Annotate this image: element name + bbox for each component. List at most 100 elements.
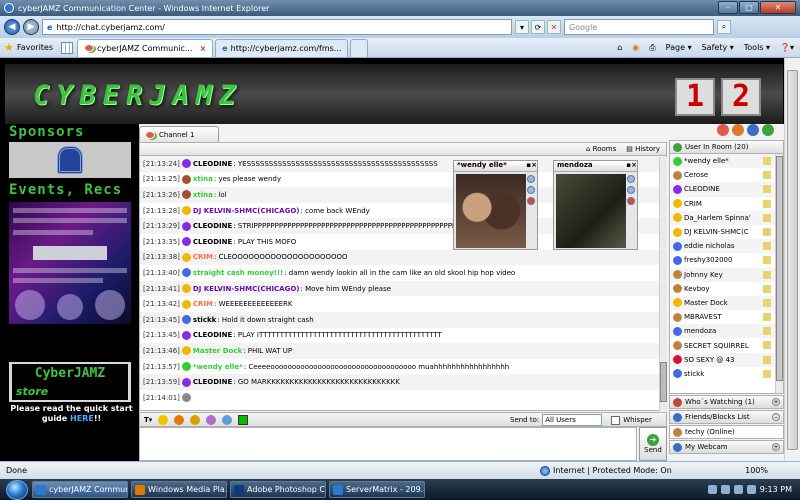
taskbar-item[interactable]: ServerMatrix - 209.8... <box>329 481 425 498</box>
network-icon[interactable] <box>720 485 730 494</box>
audio-icon[interactable] <box>174 414 185 425</box>
message-user[interactable]: DJ KELVIN-SHMC(CHICAGO) <box>193 285 300 293</box>
cam-status-icon[interactable] <box>763 199 771 208</box>
maximize-button[interactable]: □ <box>739 1 759 14</box>
cam-status-icon[interactable] <box>763 157 771 165</box>
user-list-item[interactable]: DJ KELVIN-SHMC(C <box>670 225 783 239</box>
expand-icon[interactable]: + <box>772 443 780 451</box>
print-icon[interactable]: ⎙ <box>649 43 655 53</box>
help-menu[interactable]: ❓▾ <box>780 43 794 53</box>
user-list-item[interactable]: stickk <box>670 367 783 381</box>
message-input[interactable] <box>139 427 637 461</box>
cam-status-icon[interactable] <box>763 327 771 336</box>
chat-bubble-icon[interactable] <box>717 124 729 136</box>
color-picker-icon[interactable] <box>238 414 249 425</box>
send-button[interactable]: ➜ Send <box>639 427 667 461</box>
taskbar-item[interactable]: Windows Media Pla... <box>131 481 227 498</box>
expand-icon[interactable]: + <box>772 398 780 406</box>
history-button[interactable]: ▤ History <box>626 145 660 153</box>
settings-icon[interactable] <box>747 124 759 136</box>
back-button[interactable]: ◀ <box>4 19 20 35</box>
chat-scrollbar[interactable] <box>659 157 667 411</box>
collapse-icon[interactable]: – <box>772 413 780 421</box>
cam-status-icon[interactable] <box>763 256 771 265</box>
feeds-icon[interactable]: ◉ <box>632 43 639 53</box>
text-format-icon[interactable]: T▾ <box>144 416 152 424</box>
browser-tab-2[interactable]: e http://cyberjamz.com/fms... <box>215 38 349 57</box>
message-user[interactable]: xtina <box>193 191 213 199</box>
taskbar-item[interactable]: cyberJAMZ Commun... <box>32 481 128 498</box>
cam-status-icon[interactable] <box>763 341 771 350</box>
message-user[interactable]: CLEODINE <box>193 238 232 246</box>
stop-icon[interactable]: ✕ <box>547 20 561 34</box>
message-user[interactable]: DJ KELVIN-SHMC(CHICAGO) <box>193 207 300 215</box>
scroll-thumb[interactable] <box>787 70 798 450</box>
record-icon[interactable] <box>627 197 635 205</box>
quickstart-link[interactable]: HERE <box>70 414 94 423</box>
user-list-item[interactable]: Cerose <box>670 168 783 182</box>
zoom-out-icon[interactable] <box>627 186 635 194</box>
emoticon-icon[interactable] <box>158 414 169 425</box>
user-list-item[interactable]: MBRAVEST <box>670 310 783 324</box>
webcam-close-icon[interactable]: ▪× <box>626 161 637 171</box>
sponsor-banner[interactable] <box>9 142 131 178</box>
safety-menu[interactable]: Safety ▾ <box>702 43 734 53</box>
address-bar[interactable]: e http://chat.cyberjamz.com/ <box>42 19 512 35</box>
send-to-select[interactable]: All Users <box>542 414 603 426</box>
user-list-item[interactable]: *wendy elle* <box>670 154 783 169</box>
gift-icon[interactable] <box>732 124 744 136</box>
event-flyer[interactable] <box>9 202 131 324</box>
bluetooth-icon[interactable] <box>707 485 717 494</box>
clock[interactable]: 9:13 PM <box>760 485 792 494</box>
tab-channel-1[interactable]: Channel 1 <box>139 126 219 142</box>
whos-watching-header[interactable]: Who´s Watching (1) + <box>669 395 784 409</box>
message-user[interactable]: xtina <box>193 175 213 183</box>
zoom-icon[interactable] <box>527 175 535 183</box>
cam-status-icon[interactable] <box>763 369 771 378</box>
message-user[interactable]: CLEODINE <box>193 378 232 386</box>
message-user[interactable]: *wendy elle* <box>193 363 243 371</box>
user-list-item[interactable]: SO SEXY @ 43 <box>670 352 783 367</box>
page-menu[interactable]: Page ▾ <box>666 43 692 53</box>
search-input[interactable]: Google <box>564 19 714 35</box>
help-icon[interactable] <box>762 124 774 136</box>
cam-status-icon[interactable] <box>763 270 771 279</box>
users-header[interactable]: User In Room (20) <box>669 140 784 154</box>
cam-status-icon[interactable] <box>763 284 771 293</box>
zoom-out-icon[interactable] <box>527 186 535 194</box>
friends-header[interactable]: Friends/Blocks List – <box>669 410 784 424</box>
taskbar-item[interactable]: Adobe Photoshop C... <box>230 481 326 498</box>
user-list-item[interactable]: mendoza <box>670 324 783 339</box>
browser-tab-1[interactable]: cyberJAMZ Communic... × <box>77 38 214 57</box>
user-list-item[interactable]: CRIM <box>670 197 783 211</box>
gift-icon[interactable] <box>190 414 201 425</box>
user-list-item[interactable]: Johnny Key <box>670 267 783 282</box>
close-button[interactable]: ✕ <box>760 1 796 14</box>
tools-menu[interactable]: Tools ▾ <box>744 43 770 53</box>
cam-status-icon[interactable] <box>763 185 771 194</box>
security-zone[interactable]: Internet | Protected Mode: On <box>540 465 672 476</box>
cam-status-icon[interactable] <box>763 242 771 251</box>
cam-status-icon[interactable] <box>763 227 771 236</box>
message-user[interactable]: CRIM <box>193 300 213 308</box>
favorites-button[interactable]: ★ Favorites <box>4 41 53 54</box>
forward-button[interactable]: ▶ <box>23 19 39 35</box>
cam-status-icon[interactable] <box>763 355 771 364</box>
people-icon[interactable] <box>206 414 217 425</box>
store-banner[interactable]: CyberJAMZ store <box>9 362 131 402</box>
rooms-button[interactable]: ⌂ Rooms <box>586 145 616 153</box>
home-icon[interactable]: ⌂ <box>617 43 622 53</box>
cam-status-icon[interactable] <box>763 171 771 180</box>
minimize-button[interactable]: – <box>718 1 738 14</box>
webcam-close-icon[interactable]: ▪× <box>526 161 537 171</box>
friend-row[interactable]: techy (Online) <box>669 425 784 439</box>
refresh-icon[interactable]: ⟳ <box>531 20 545 34</box>
message-user[interactable]: CRIM <box>193 253 213 261</box>
message-user[interactable]: straight cash money!!! <box>193 269 283 277</box>
zoom-icon[interactable] <box>627 175 635 183</box>
cam-status-icon[interactable] <box>763 313 771 322</box>
user-list-item[interactable]: Da_Harlem Spinna' <box>670 210 783 225</box>
message-user[interactable]: CLEODINE <box>193 160 232 168</box>
cam-status-icon[interactable] <box>763 298 771 307</box>
user-list-item[interactable]: CLEODINE <box>670 182 783 197</box>
